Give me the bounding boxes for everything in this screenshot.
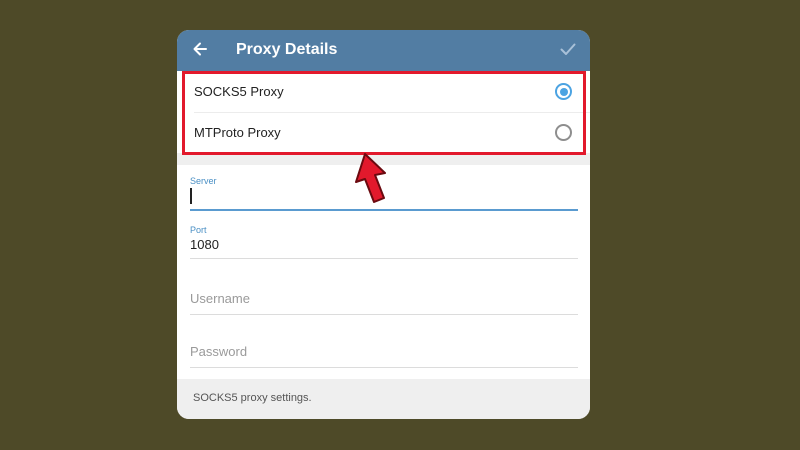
- proxy-type-label: MTProto Proxy: [194, 125, 281, 140]
- app-header: Proxy Details: [177, 30, 590, 71]
- port-underline: [190, 258, 578, 259]
- proxy-type-label: SOCKS5 Proxy: [194, 84, 284, 99]
- password-input[interactable]: Password: [190, 343, 578, 361]
- proxy-details-screen: Proxy Details SOCKS5 Proxy MTProto Proxy…: [177, 30, 590, 419]
- password-underline: [190, 367, 578, 368]
- proxy-type-option-mtproto[interactable]: MTProto Proxy: [177, 112, 590, 153]
- red-arrow-icon: [355, 153, 386, 203]
- proxy-type-option-socks5[interactable]: SOCKS5 Proxy: [177, 71, 590, 113]
- password-field[interactable]: Password: [190, 343, 578, 368]
- text-cursor: [190, 188, 192, 204]
- port-field[interactable]: Port 1080: [190, 225, 578, 259]
- page-title: Proxy Details: [236, 41, 338, 58]
- proxy-type-selector: SOCKS5 Proxy MTProto Proxy: [177, 71, 590, 153]
- footer-note: SOCKS5 proxy settings.: [193, 392, 312, 404]
- port-label: Port: [190, 225, 207, 235]
- radio-button-selected[interactable]: [555, 83, 572, 100]
- checkmark-icon[interactable]: [559, 40, 577, 58]
- radio-button-unselected[interactable]: [555, 124, 572, 141]
- username-input[interactable]: Username: [190, 290, 578, 308]
- server-underline: [190, 209, 578, 211]
- username-underline: [190, 314, 578, 315]
- info-footer: SOCKS5 proxy settings.: [177, 379, 590, 419]
- port-input[interactable]: 1080: [190, 236, 578, 254]
- back-arrow-icon[interactable]: [191, 40, 209, 58]
- username-field[interactable]: Username: [190, 290, 578, 315]
